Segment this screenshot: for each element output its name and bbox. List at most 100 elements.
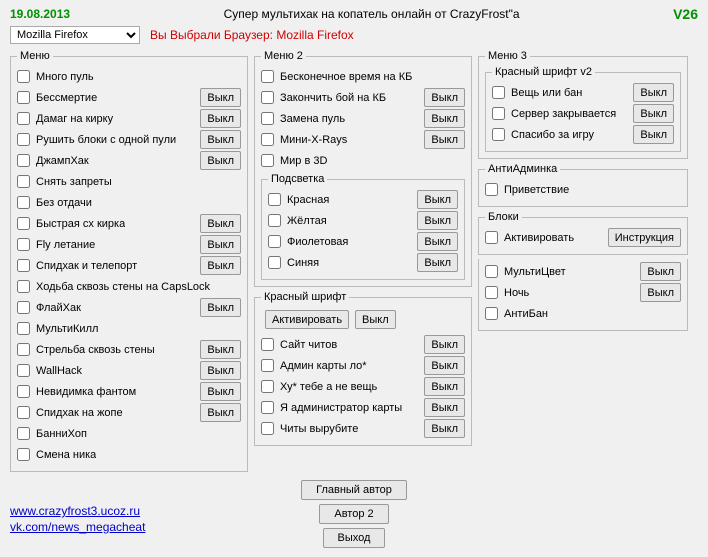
option-checkbox[interactable] (17, 427, 30, 440)
off-button[interactable]: Выкл (424, 88, 465, 107)
option-checkbox[interactable] (17, 385, 30, 398)
option-checkbox-label[interactable]: Спидхак на жопе (17, 406, 196, 419)
option-checkbox-label[interactable]: Невидимка фантом (17, 385, 196, 398)
option-checkbox-label[interactable]: Спасибо за игру (492, 128, 629, 141)
option-checkbox[interactable] (261, 359, 274, 372)
option-checkbox-label[interactable]: Замена пуль (261, 112, 420, 125)
off-button[interactable]: Выкл (633, 104, 674, 123)
option-checkbox-label[interactable]: Бесконечное время на КБ (261, 70, 465, 83)
off-button[interactable]: Выкл (200, 88, 241, 107)
option-checkbox-label[interactable]: Читы вырубите (261, 422, 420, 435)
option-checkbox-label[interactable]: Смена ника (17, 448, 241, 461)
option-checkbox-label[interactable]: АнтиБан (485, 307, 681, 320)
off-button[interactable]: Выкл (200, 256, 241, 275)
option-checkbox[interactable] (17, 154, 30, 167)
option-checkbox-label[interactable]: МультиКилл (17, 322, 241, 335)
option-checkbox[interactable] (485, 231, 498, 244)
option-checkbox-label[interactable]: Ходьба сквозь стены на CapsLock (17, 280, 241, 293)
off-button[interactable]: Выкл (200, 298, 241, 317)
option-checkbox-label[interactable]: Спидхак и телепорт (17, 259, 196, 272)
off-button[interactable]: Выкл (200, 109, 241, 128)
option-checkbox[interactable] (261, 338, 274, 351)
option-checkbox[interactable] (17, 217, 30, 230)
option-checkbox[interactable] (261, 133, 274, 146)
option-checkbox-label[interactable]: Быстрая сх кирка (17, 217, 196, 230)
option-checkbox[interactable] (261, 422, 274, 435)
option-checkbox[interactable] (17, 70, 30, 83)
option-checkbox-label[interactable]: Красная (268, 193, 413, 206)
option-checkbox[interactable] (485, 286, 498, 299)
option-checkbox[interactable] (17, 406, 30, 419)
option-checkbox[interactable] (17, 112, 30, 125)
option-checkbox[interactable] (268, 235, 281, 248)
option-checkbox[interactable] (485, 307, 498, 320)
instruction-button[interactable]: Инструкция (608, 228, 681, 247)
option-checkbox[interactable] (17, 196, 30, 209)
option-checkbox-label[interactable]: Я администратор карты (261, 401, 420, 414)
option-checkbox-label[interactable]: БанниХоп (17, 427, 241, 440)
option-checkbox-label[interactable]: Закончить бой на КБ (261, 91, 420, 104)
option-checkbox[interactable] (17, 343, 30, 356)
redfont-off-button[interactable]: Выкл (355, 310, 396, 329)
option-checkbox-label[interactable]: Fly летание (17, 238, 196, 251)
off-button[interactable]: Выкл (200, 130, 241, 149)
option-checkbox-label[interactable]: Активировать (485, 231, 604, 244)
vk-link[interactable]: vk.com/news_megacheat (10, 520, 145, 534)
option-checkbox[interactable] (261, 91, 274, 104)
redfont-activate-button[interactable]: Активировать (265, 310, 349, 329)
off-button[interactable]: Выкл (633, 83, 674, 102)
off-button[interactable]: Выкл (200, 361, 241, 380)
option-checkbox-label[interactable]: Дамаг на кирку (17, 112, 196, 125)
option-checkbox-label[interactable]: Фиолетовая (268, 235, 413, 248)
off-button[interactable]: Выкл (424, 398, 465, 417)
off-button[interactable]: Выкл (200, 382, 241, 401)
option-checkbox-label[interactable]: Без отдачи (17, 196, 241, 209)
browser-select[interactable]: Mozilla Firefox (10, 26, 140, 44)
option-checkbox-label[interactable]: Снять запреты (17, 175, 241, 188)
off-button[interactable]: Выкл (424, 377, 465, 396)
option-checkbox[interactable] (268, 193, 281, 206)
option-checkbox[interactable] (485, 183, 498, 196)
option-checkbox-label[interactable]: Стрельба сквозь стены (17, 343, 196, 356)
main-author-button[interactable]: Главный автор (301, 480, 407, 500)
option-checkbox-label[interactable]: Много пуль (17, 70, 241, 83)
off-button[interactable]: Выкл (424, 356, 465, 375)
off-button[interactable]: Выкл (417, 211, 458, 230)
option-checkbox[interactable] (268, 256, 281, 269)
option-checkbox-label[interactable]: Синяя (268, 256, 413, 269)
off-button[interactable]: Выкл (640, 283, 681, 302)
off-button[interactable]: Выкл (200, 403, 241, 422)
option-checkbox-label[interactable]: ДжампХак (17, 154, 196, 167)
option-checkbox[interactable] (17, 364, 30, 377)
off-button[interactable]: Выкл (424, 130, 465, 149)
off-button[interactable]: Выкл (200, 214, 241, 233)
off-button[interactable]: Выкл (417, 190, 458, 209)
option-checkbox[interactable] (492, 107, 505, 120)
off-button[interactable]: Выкл (417, 232, 458, 251)
option-checkbox-label[interactable]: ФлайХак (17, 301, 196, 314)
option-checkbox[interactable] (17, 259, 30, 272)
off-button[interactable]: Выкл (424, 419, 465, 438)
option-checkbox[interactable] (17, 175, 30, 188)
option-checkbox[interactable] (492, 86, 505, 99)
option-checkbox-label[interactable]: Ночь (485, 286, 636, 299)
option-checkbox[interactable] (17, 301, 30, 314)
off-button[interactable]: Выкл (200, 340, 241, 359)
off-button[interactable]: Выкл (424, 109, 465, 128)
option-checkbox-label[interactable]: МультиЦвет (485, 265, 636, 278)
option-checkbox-label[interactable]: Рушить блоки с одной пули (17, 133, 196, 146)
off-button[interactable]: Выкл (640, 262, 681, 281)
off-button[interactable]: Выкл (200, 235, 241, 254)
off-button[interactable]: Выкл (424, 335, 465, 354)
option-checkbox[interactable] (261, 380, 274, 393)
option-checkbox[interactable] (492, 128, 505, 141)
option-checkbox-label[interactable]: Админ карты ло* (261, 359, 420, 372)
option-checkbox[interactable] (261, 70, 274, 83)
option-checkbox-label[interactable]: Сайт читов (261, 338, 420, 351)
option-checkbox[interactable] (17, 91, 30, 104)
off-button[interactable]: Выкл (417, 253, 458, 272)
option-checkbox-label[interactable]: Мини-X-Rays (261, 133, 420, 146)
option-checkbox[interactable] (17, 280, 30, 293)
option-checkbox[interactable] (261, 401, 274, 414)
option-checkbox-label[interactable]: Бессмертие (17, 91, 196, 104)
